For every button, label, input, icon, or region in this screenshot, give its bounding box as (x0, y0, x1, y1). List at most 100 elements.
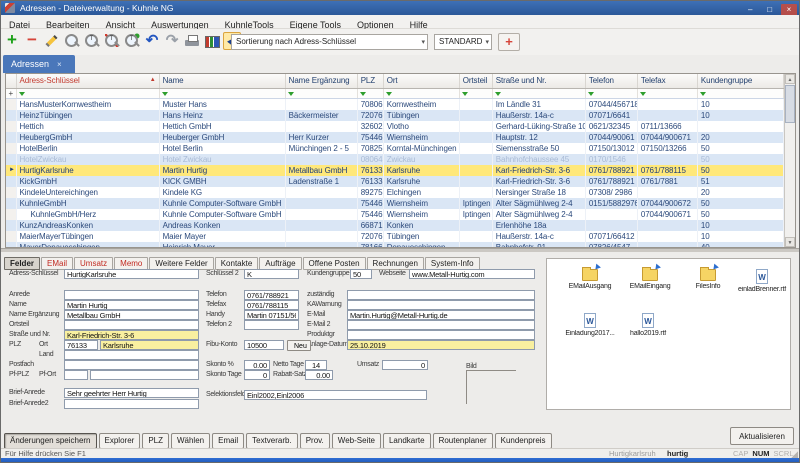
row-selector[interactable] (6, 176, 16, 187)
filter-cell-telefax[interactable] (637, 88, 697, 98)
column-header-name-ergänzung[interactable]: Name Ergänzung (285, 74, 357, 88)
grid-row[interactable]: HettichHettich GmbH32602VlothoGerhard-Lü… (6, 121, 784, 132)
column-header-name[interactable]: Name (159, 74, 285, 88)
grid-row[interactable]: HotelZwickauHotel Zwickau08064ZwickauBah… (6, 154, 784, 165)
undo-icon[interactable] (143, 32, 161, 50)
splitter[interactable] (1, 248, 799, 252)
action-email[interactable]: Email (212, 433, 244, 449)
adress-schluessel-field[interactable] (64, 269, 199, 279)
row-selector[interactable]: ► (6, 165, 16, 176)
grid-row[interactable]: KuhnleGmbH/HerzKuhnle Computer-Software … (6, 209, 784, 220)
pf-plz-field[interactable] (64, 370, 88, 380)
redo-icon[interactable] (163, 32, 181, 50)
file-item[interactable]: Einladung2017... (561, 313, 619, 337)
file-item[interactable]: EMailAusgang (561, 269, 619, 290)
umsatz-field[interactable] (382, 360, 428, 370)
action-prov[interactable]: Prov. (300, 433, 330, 449)
action-explorer[interactable]: Explorer (99, 433, 141, 449)
row-selector[interactable] (6, 110, 16, 121)
filter-cell-plz[interactable] (357, 88, 383, 98)
file-item[interactable]: FilesInfo (679, 269, 737, 290)
anrede-field[interactable] (64, 290, 199, 300)
zoom-text-cancel-icon[interactable] (103, 32, 121, 50)
column-header-telefax[interactable]: Telefax (637, 74, 697, 88)
netto-tage-field[interactable] (305, 360, 327, 370)
tab-close-icon[interactable]: × (57, 60, 62, 69)
new-view-button[interactable]: + (498, 33, 520, 51)
zoom-filter-icon[interactable] (123, 32, 141, 50)
telefon2-field[interactable] (244, 320, 299, 330)
row-selector[interactable] (6, 209, 16, 220)
address-grid[interactable]: Adress-Schlüssel▲NameName ErgänzungPLZOr… (6, 74, 784, 248)
grid-row[interactable]: KuhnleGmbHKuhnle Computer-Software GmbH7… (6, 198, 784, 209)
selektionsfeld-field[interactable] (244, 390, 427, 400)
kawarnung-field[interactable] (347, 300, 535, 310)
action-kundenpreis[interactable]: Kundenpreis (495, 433, 552, 449)
filter-cell-straße-und-nr[interactable] (492, 88, 585, 98)
scroll-up-icon[interactable]: ▲ (785, 74, 795, 84)
aktualisieren-button[interactable]: Aktualisieren (730, 427, 794, 445)
grid-row[interactable]: KindeleUntereichingenKindele KG89275Elch… (6, 187, 784, 198)
grid-row[interactable]: HeubergGmbHHeuberger GmbHHerr Kurzer7544… (6, 132, 784, 143)
file-item[interactable]: einladBrenner.rtf (733, 269, 791, 293)
grid-row[interactable]: HeinzTübingenHans HeinzBäckermeister7207… (6, 110, 784, 121)
scroll-down-icon[interactable]: ▼ (785, 237, 795, 247)
row-selector[interactable] (6, 154, 16, 165)
column-header-adress-schlüssel[interactable]: Adress-Schlüssel▲ (16, 74, 159, 88)
ortsteil-field[interactable] (64, 320, 199, 330)
webseite-field[interactable] (409, 269, 535, 279)
zoom-text-icon[interactable] (83, 32, 101, 50)
neu-button[interactable]: Neu (287, 340, 311, 351)
filter-cell-name[interactable] (159, 88, 285, 98)
action-landkarte[interactable]: Landkarte (383, 433, 431, 449)
zoom-icon[interactable] (63, 32, 81, 50)
filter-cell-telefon[interactable] (585, 88, 637, 98)
filter-cell-name-ergänzung[interactable] (285, 88, 357, 98)
files-panel[interactable]: EMailAusgangEMailEingangFilesInfoeinladB… (546, 258, 791, 410)
remove-icon[interactable] (23, 32, 41, 50)
brief-anrede-field[interactable] (64, 388, 199, 398)
name-field[interactable] (64, 300, 199, 310)
fibu-konto-field[interactable] (244, 340, 284, 350)
rabatt-satz-field[interactable] (305, 370, 333, 380)
sort-dropdown[interactable]: Sortierung nach Adress-Schlüssel (231, 34, 428, 50)
grid-row[interactable]: MaierMayerTübingenMaier Mayer72076Tübing… (6, 231, 784, 242)
row-selector[interactable] (6, 143, 16, 154)
column-header-ort[interactable]: Ort (383, 74, 459, 88)
email2-field[interactable] (347, 320, 535, 330)
action-routenplaner[interactable]: Routenplaner (433, 433, 493, 449)
file-item[interactable]: hallo2019.rtf (619, 313, 677, 337)
action-textverarb[interactable]: Textverarb. (246, 433, 298, 449)
skonto-field[interactable] (244, 360, 270, 370)
grid-row[interactable]: HansMusterKornwestheimMuster Hans70806Ko… (6, 98, 784, 110)
edit-icon[interactable] (43, 32, 61, 50)
skonto-tage-field[interactable] (244, 370, 270, 380)
strasse-field[interactable] (64, 330, 199, 340)
name-ergaenzung-field[interactable] (64, 310, 199, 320)
schluessel2-field[interactable] (244, 269, 299, 279)
action-plz[interactable]: PLZ (142, 433, 169, 449)
tab-adressen[interactable]: Adressen× (3, 55, 75, 73)
action-web-seite[interactable]: Web-Seite (332, 433, 381, 449)
anlage-datum-field[interactable] (347, 340, 535, 350)
action-änderungen-speichern[interactable]: Änderungen speichern (4, 433, 97, 449)
pf-ort-field[interactable] (90, 370, 199, 380)
column-header-straße-und-nr[interactable]: Straße und Nr. (492, 74, 585, 88)
row-selector[interactable] (6, 132, 16, 143)
grid-scrollbar[interactable]: ▲ ▼ (784, 74, 795, 247)
filter-cell-adress-schlüssel[interactable] (16, 88, 159, 98)
kundengruppe-field[interactable] (350, 269, 372, 279)
row-selector[interactable] (6, 187, 16, 198)
column-header-kundengruppe[interactable]: Kundengruppe (697, 74, 783, 88)
title-bar[interactable]: Adressen - Dateiverwaltung - Kuhnle NG –… (1, 1, 799, 15)
brief-anrede2-field[interactable] (64, 399, 199, 409)
zustaendig-field[interactable] (347, 290, 535, 300)
filter-cell-ortsteil[interactable] (459, 88, 492, 98)
row-selector[interactable] (6, 220, 16, 231)
row-selector[interactable] (6, 231, 16, 242)
table-view-icon[interactable] (203, 32, 221, 50)
row-selector[interactable] (6, 98, 16, 110)
scrollbar-thumb[interactable] (785, 85, 795, 123)
print-icon[interactable] (183, 32, 201, 50)
add-row-icon[interactable]: + (6, 88, 16, 98)
